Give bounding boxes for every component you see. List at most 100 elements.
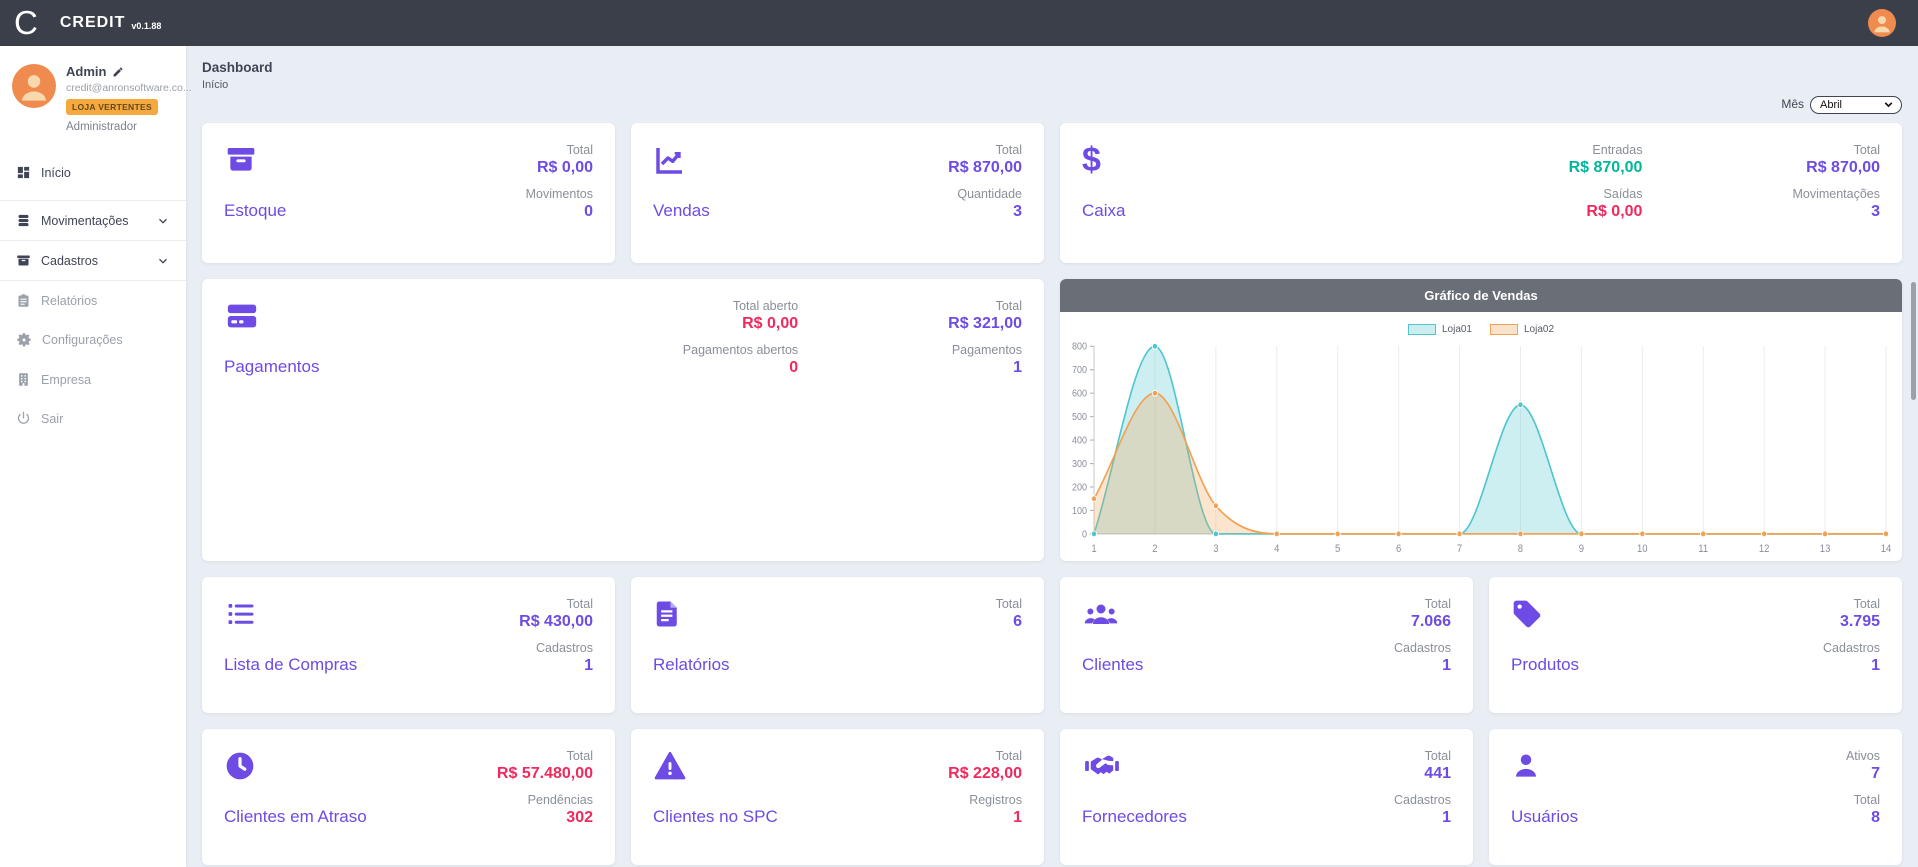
svg-text:200: 200	[1072, 482, 1087, 494]
sidebar-item-relatorios[interactable]: Relatórios	[0, 281, 186, 320]
svg-text:5: 5	[1335, 543, 1341, 555]
chevron-down-icon	[156, 214, 170, 228]
svg-text:6: 6	[1396, 543, 1402, 555]
svg-text:14: 14	[1881, 543, 1892, 555]
card-estoque[interactable]: Estoque TotalR$ 0,00 Movimentos0	[202, 123, 615, 263]
handshake-icon	[1082, 749, 1187, 783]
stat-value: 1	[1394, 657, 1451, 675]
chart-legend: Loja01 Loja02	[1060, 324, 1902, 335]
legend-swatch	[1408, 324, 1436, 335]
stat-label: Total	[526, 143, 593, 157]
page-title: Dashboard	[202, 60, 1902, 75]
stat-label: Total	[996, 597, 1022, 611]
stat-label: Ativos	[1846, 749, 1880, 763]
card-relatorios[interactable]: Relatórios Total 6	[631, 577, 1044, 713]
sidebar-item-label: Sair	[41, 412, 63, 426]
stat-value: R$ 870,00	[1792, 159, 1880, 177]
users-icon	[1082, 597, 1143, 631]
card-clientes[interactable]: Clientes Total7.066 Cadastros1	[1060, 577, 1473, 713]
stat-value: 8	[1846, 809, 1880, 827]
sidebar-item-label: Cadastros	[41, 254, 98, 268]
stat-label: Cadastros	[1394, 793, 1451, 807]
sidebar-item-label: Configurações	[42, 333, 123, 347]
card-pagamentos[interactable]: Pagamentos Total abertoR$ 0,00 Pagamento…	[202, 279, 1044, 561]
card-title: Fornecedores	[1082, 807, 1187, 827]
stat-value: R$ 228,00	[948, 765, 1022, 783]
app-brand: CREDIT	[60, 14, 126, 32]
stat-value: 0	[526, 203, 593, 221]
user-avatar-topbar[interactable]	[1868, 9, 1896, 37]
stat-value: R$ 0,00	[683, 315, 798, 333]
stat-label: Cadastros	[1394, 641, 1451, 655]
credit-card-icon	[224, 299, 319, 333]
stat-value: R$ 0,00	[526, 159, 593, 177]
card-usuarios[interactable]: Usuários Ativos 7 Total 8	[1489, 729, 1902, 865]
card-title: Usuários	[1511, 807, 1578, 827]
app-logo: C	[14, 0, 38, 46]
svg-text:700: 700	[1072, 365, 1087, 377]
stat-value: R$ 0,00	[1569, 203, 1643, 221]
power-icon	[16, 411, 31, 426]
tag-icon	[1511, 597, 1579, 631]
card-vendas[interactable]: Vendas TotalR$ 870,00 Quantidade3	[631, 123, 1044, 263]
stat-label: Quantidade	[948, 187, 1022, 201]
sidebar-item-cadastros[interactable]: Cadastros	[0, 241, 186, 281]
legend-item-loja02[interactable]: Loja02	[1490, 324, 1554, 335]
card-title: Relatórios	[653, 655, 730, 675]
svg-text:600: 600	[1072, 388, 1087, 400]
stat-value: 302	[497, 809, 593, 827]
gear-icon	[16, 332, 32, 348]
card-title: Clientes	[1082, 655, 1143, 675]
stat-label: Total	[1394, 597, 1451, 611]
stat-label: Registros	[948, 793, 1022, 807]
stat-value: 441	[1394, 765, 1451, 783]
svg-text:9: 9	[1579, 543, 1585, 555]
user-name: Admin	[66, 64, 106, 79]
list-icon	[224, 597, 357, 631]
stat-label: Movimentações	[1792, 187, 1880, 201]
stat-value: 3	[948, 203, 1022, 221]
stat-label: Total	[1394, 749, 1451, 763]
card-lista-de-compras[interactable]: Lista de Compras TotalR$ 430,00 Cadastro…	[202, 577, 615, 713]
box-icon	[16, 253, 31, 268]
chart-title: Gráfico de Vendas	[1060, 279, 1902, 312]
sidebar-item-sair[interactable]: Sair	[0, 399, 186, 438]
box-icon	[224, 143, 286, 177]
stat-label: Total	[1846, 793, 1880, 807]
stat-label: Total	[948, 299, 1022, 313]
stat-label: Total	[519, 597, 593, 611]
sales-chart-card: Gráfico de Vendas Loja01 Loja02 01002003…	[1060, 279, 1902, 561]
stat-value: 7	[1846, 765, 1880, 783]
card-clientes-no-spc[interactable]: Clientes no SPC TotalR$ 228,00 Registros…	[631, 729, 1044, 865]
svg-text:3: 3	[1213, 543, 1219, 555]
user-block: Admin credit@anronsoftware.co... LOJA VE…	[0, 46, 186, 143]
edit-pencil-icon[interactable]	[112, 66, 124, 78]
warning-triangle-icon	[653, 749, 778, 783]
card-produtos[interactable]: Produtos Total3.795 Cadastros1	[1489, 577, 1902, 713]
card-caixa[interactable]: $ Caixa EntradasR$ 870,00 SaídasR$ 0,00 …	[1060, 123, 1902, 263]
stat-label: Pagamentos abertos	[683, 343, 798, 357]
stat-label: Total	[497, 749, 593, 763]
stat-value: 1	[1394, 809, 1451, 827]
stat-label: Total	[948, 143, 1022, 157]
card-fornecedores[interactable]: Fornecedores Total 441 Cadastros 1	[1060, 729, 1473, 865]
stat-value: 3.795	[1823, 613, 1880, 631]
chevron-down-icon	[156, 254, 170, 268]
svg-text:100: 100	[1072, 505, 1087, 517]
stat-value: 0	[683, 359, 798, 377]
card-clientes-em-atraso[interactable]: Clientes em Atraso TotalR$ 57.480,00 Pen…	[202, 729, 615, 865]
sidebar-item-empresa[interactable]: Empresa	[0, 360, 186, 399]
month-select[interactable]: Abril	[1810, 96, 1902, 114]
legend-item-loja01[interactable]: Loja01	[1408, 324, 1472, 335]
sidebar-item-movimentacoes[interactable]: Movimentações	[0, 200, 186, 241]
stat-value: 3	[1792, 203, 1880, 221]
person-icon	[1868, 9, 1896, 37]
sidebar-item-configuracoes[interactable]: Configurações	[0, 320, 186, 360]
svg-text:2: 2	[1152, 543, 1158, 555]
stat-label: Cadastros	[1823, 641, 1880, 655]
card-title: Vendas	[653, 201, 710, 221]
person-icon	[12, 64, 56, 108]
sidebar-item-inicio[interactable]: Início	[0, 153, 186, 192]
scrollbar-thumb[interactable]	[1911, 282, 1916, 400]
stat-value: 6	[996, 613, 1022, 631]
